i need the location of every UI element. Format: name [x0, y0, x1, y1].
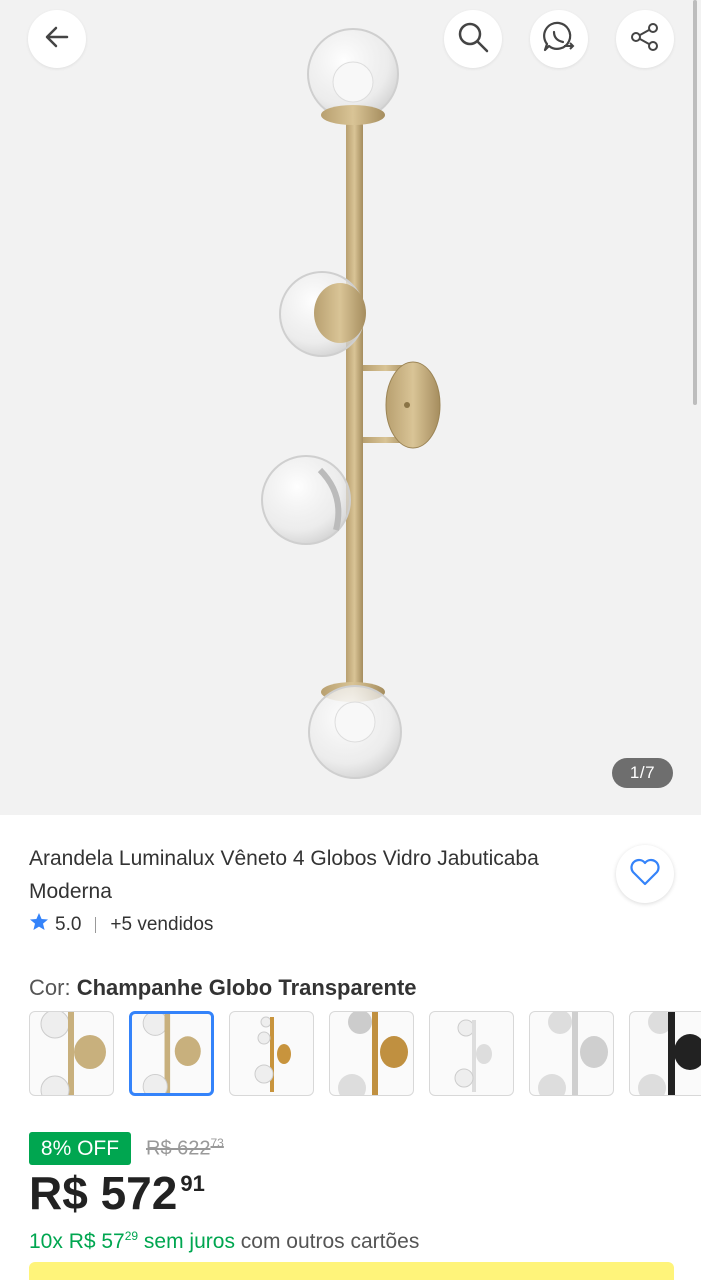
- star-icon: [29, 912, 49, 938]
- installments-cents: 29: [124, 1229, 139, 1243]
- image-counter: 1/7: [612, 758, 673, 788]
- whatsapp-share-button[interactable]: [530, 10, 588, 68]
- original-price-cents: 73: [210, 1136, 224, 1150]
- installments-info: 10x R$ 5729 sem juros com outros cartões: [29, 1229, 419, 1254]
- variant-thumb[interactable]: [629, 1011, 701, 1096]
- arrow-left-icon: [42, 22, 72, 57]
- variant-thumb[interactable]: [229, 1011, 314, 1096]
- installments-cards: com outros cartões: [234, 1230, 420, 1253]
- current-price-value: R$ 572: [29, 1167, 178, 1219]
- product-image: [261, 28, 441, 779]
- scrollbar[interactable]: [693, 0, 697, 405]
- installments-amount: 10x R$ 5729 sem juros: [29, 1229, 235, 1253]
- share-icon: [629, 21, 661, 58]
- sold-count: +5 vendidos: [110, 914, 214, 935]
- current-price: R$ 572 91: [29, 1166, 205, 1220]
- promo-banner[interactable]: [29, 1262, 674, 1280]
- variant-thumb[interactable]: [29, 1011, 114, 1096]
- product-image-gallery[interactable]: 1/7: [0, 0, 701, 815]
- search-icon: [456, 20, 490, 59]
- variant-thumb[interactable]: [329, 1011, 414, 1096]
- product-title: Arandela Luminalux Vêneto 4 Globos Vidro…: [29, 847, 539, 903]
- rating-value: 5.0: [55, 914, 82, 935]
- whatsapp-icon: [541, 19, 577, 60]
- variant-thumb[interactable]: [129, 1011, 214, 1096]
- discount-badge: 8% OFF: [29, 1132, 131, 1165]
- color-selector-label: Cor: Champanhe Globo Transparente: [29, 975, 417, 1001]
- current-price-cents: 91: [180, 1171, 205, 1196]
- heart-icon: [629, 857, 661, 892]
- color-label: Cor:: [29, 975, 77, 1000]
- installments-interest: sem juros: [138, 1230, 235, 1253]
- rating-row: 5.0 +5 vendidos: [29, 911, 213, 939]
- back-button[interactable]: [28, 10, 86, 68]
- original-price-value: R$ 622: [146, 1137, 211, 1160]
- favorite-button[interactable]: [616, 845, 674, 903]
- search-button[interactable]: [444, 10, 502, 68]
- share-button[interactable]: [616, 10, 674, 68]
- color-value: Champanhe Globo Transparente: [76, 975, 417, 1000]
- variant-thumb[interactable]: [529, 1011, 614, 1096]
- installments-value: 10x R$ 57: [29, 1230, 125, 1253]
- original-price: R$ 62273: [146, 1136, 224, 1161]
- divider: [95, 917, 97, 933]
- variant-thumb[interactable]: [429, 1011, 514, 1096]
